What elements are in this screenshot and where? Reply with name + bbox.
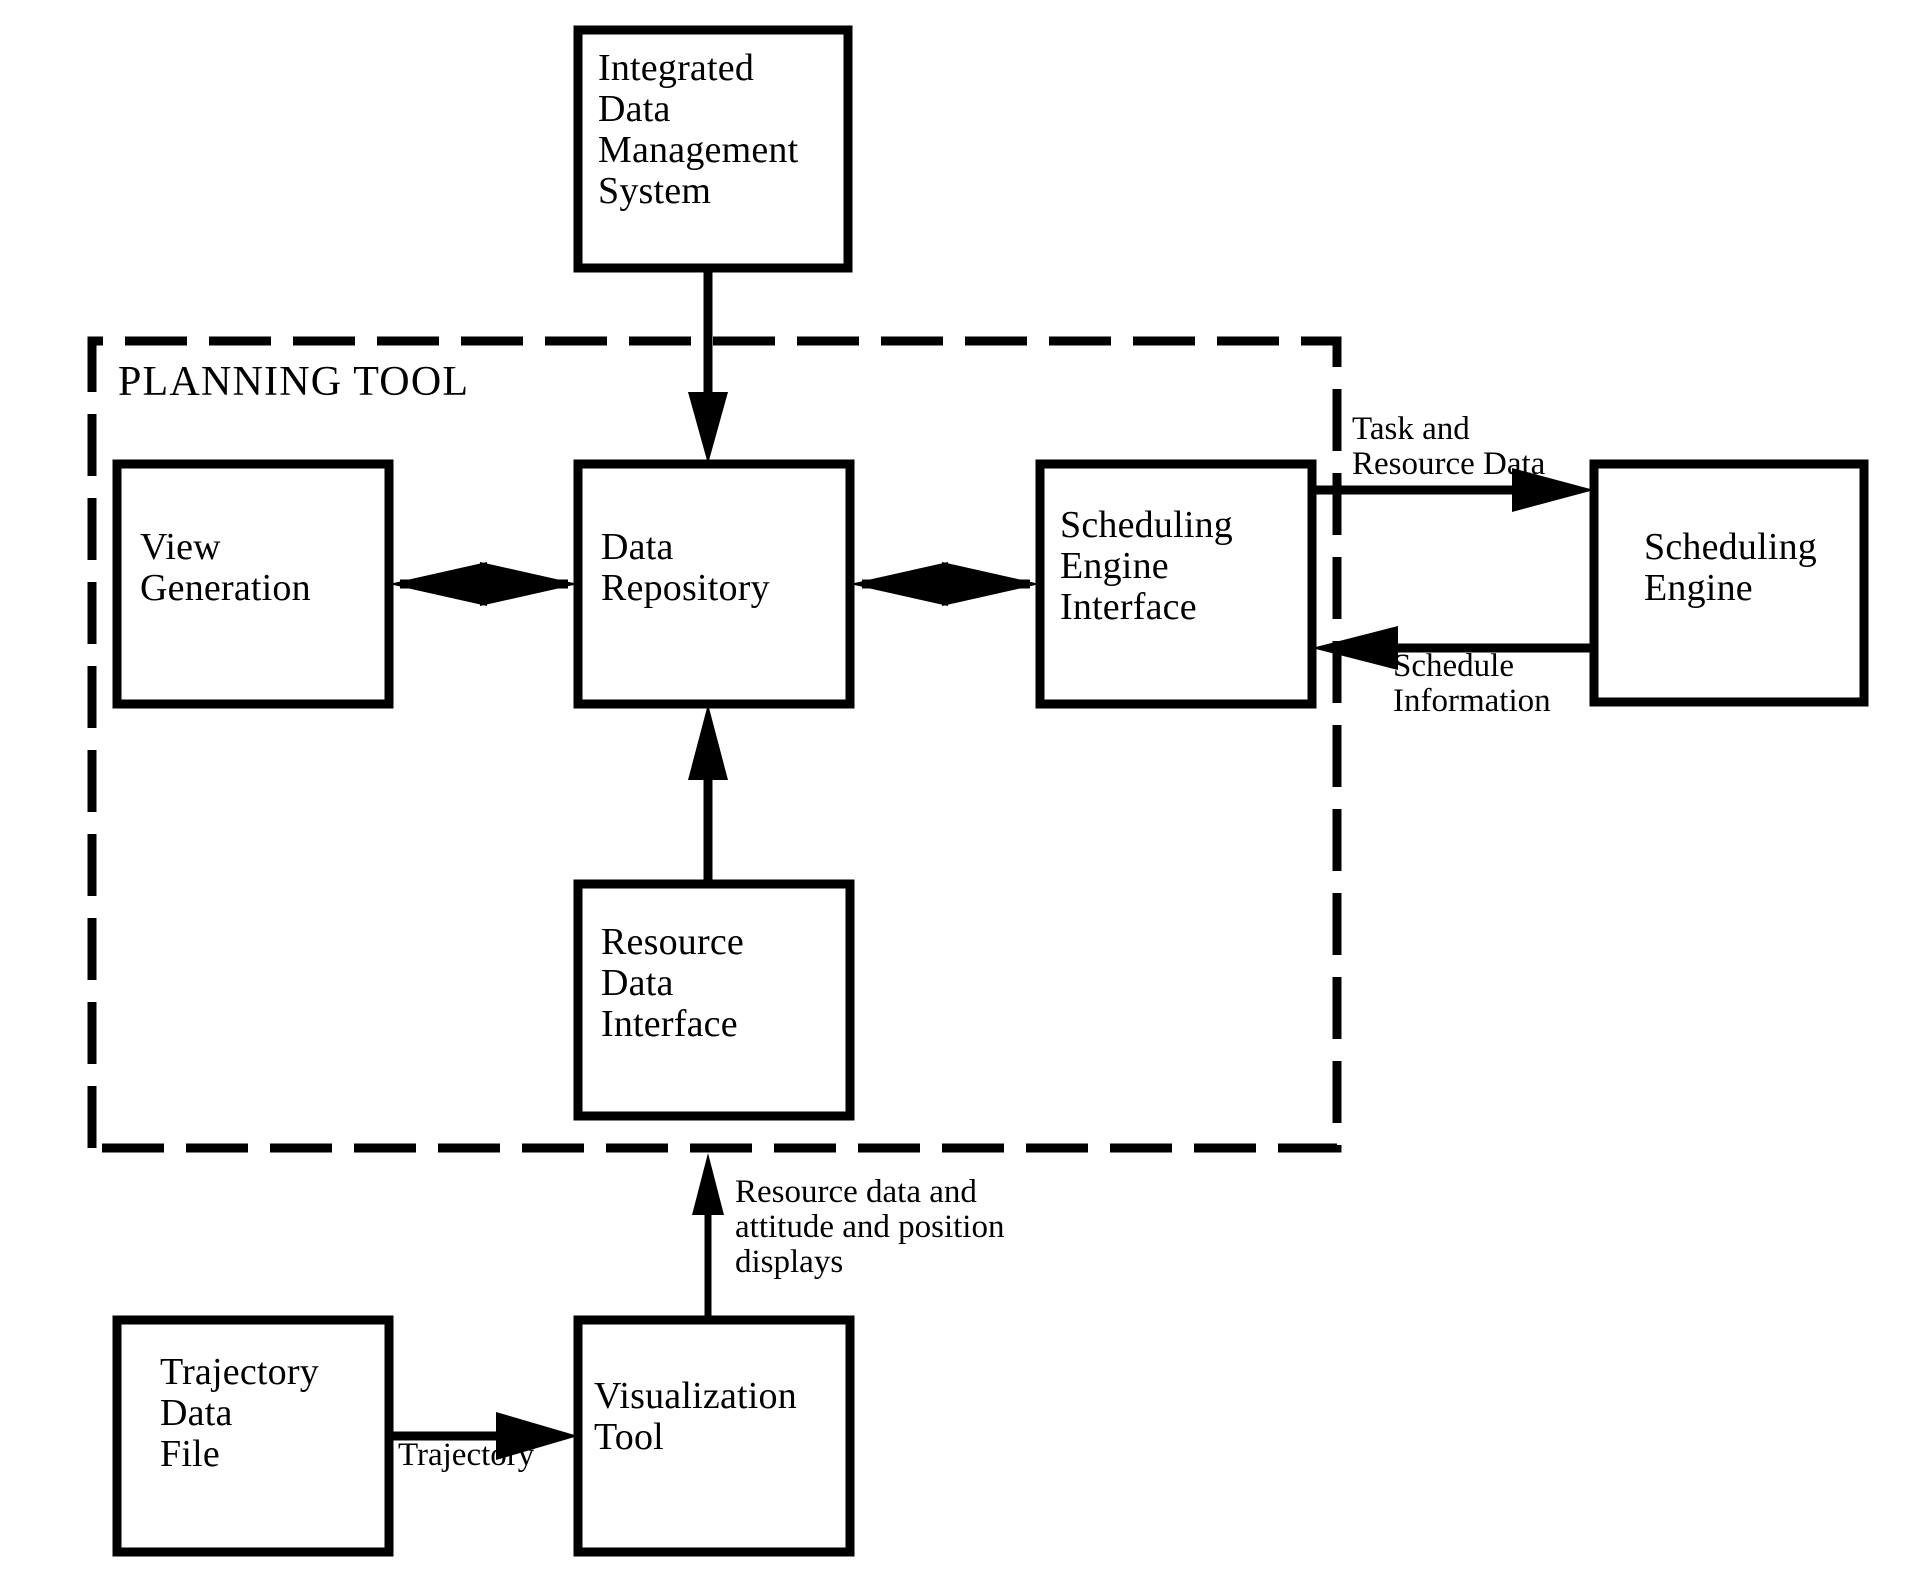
planning-tool-label: PLANNING TOOL (118, 359, 470, 405)
arrow-head-left-viewgen (389, 562, 487, 606)
node-label-trajectory-data-file: Trajectory Data File (160, 1351, 319, 1476)
arrow-head-right-viewgen (480, 562, 578, 606)
diagram-canvas (87, 25, 1869, 1557)
node-label-integrated-data-management-system: Integrated Data Management System (598, 47, 799, 213)
node-label-data-repository: Data Repository (601, 526, 770, 610)
connector-data-repository-to-scheduling-engine-interface (850, 562, 1040, 606)
node-label-resource-data-interface: Resource Data Interface (601, 921, 744, 1046)
connector-resource-data-interface-to-data-repository (688, 704, 728, 884)
diagram-root: PLANNING TOOL Integrated Data Management… (0, 0, 1923, 1583)
node-label-scheduling-engine: Scheduling Engine (1644, 526, 1817, 610)
edge-label-schedule-information: Schedule Information (1393, 648, 1551, 719)
arrow-head-right-repo-sei (942, 562, 1040, 606)
connector-visualization-tool-to-resource-data-interface (692, 1153, 724, 1320)
edge-label-trajectory: Trajectory (398, 1437, 535, 1473)
connector-idms-to-data-repository (688, 268, 728, 464)
arrow-head-up-vistool (692, 1153, 724, 1215)
node-label-visualization-tool: Visualization Tool (594, 1375, 797, 1459)
node-label-view-generation: View Generation (140, 526, 311, 610)
arrow-head-left-schedule-info (1312, 626, 1398, 670)
connector-view-generation-to-data-repository (389, 562, 578, 606)
arrow-head-up-rdi (688, 704, 728, 780)
arrow-head-down-idms (688, 392, 728, 464)
node-label-scheduling-engine-interface: Scheduling Engine Interface (1060, 504, 1233, 629)
arrow-head-left-repo-sei (850, 562, 948, 606)
edge-label-resource-data-and-displays: Resource data and attitude and position … (735, 1174, 1005, 1280)
edge-label-task-and-resource-data: Task and Resource Data (1352, 411, 1546, 482)
